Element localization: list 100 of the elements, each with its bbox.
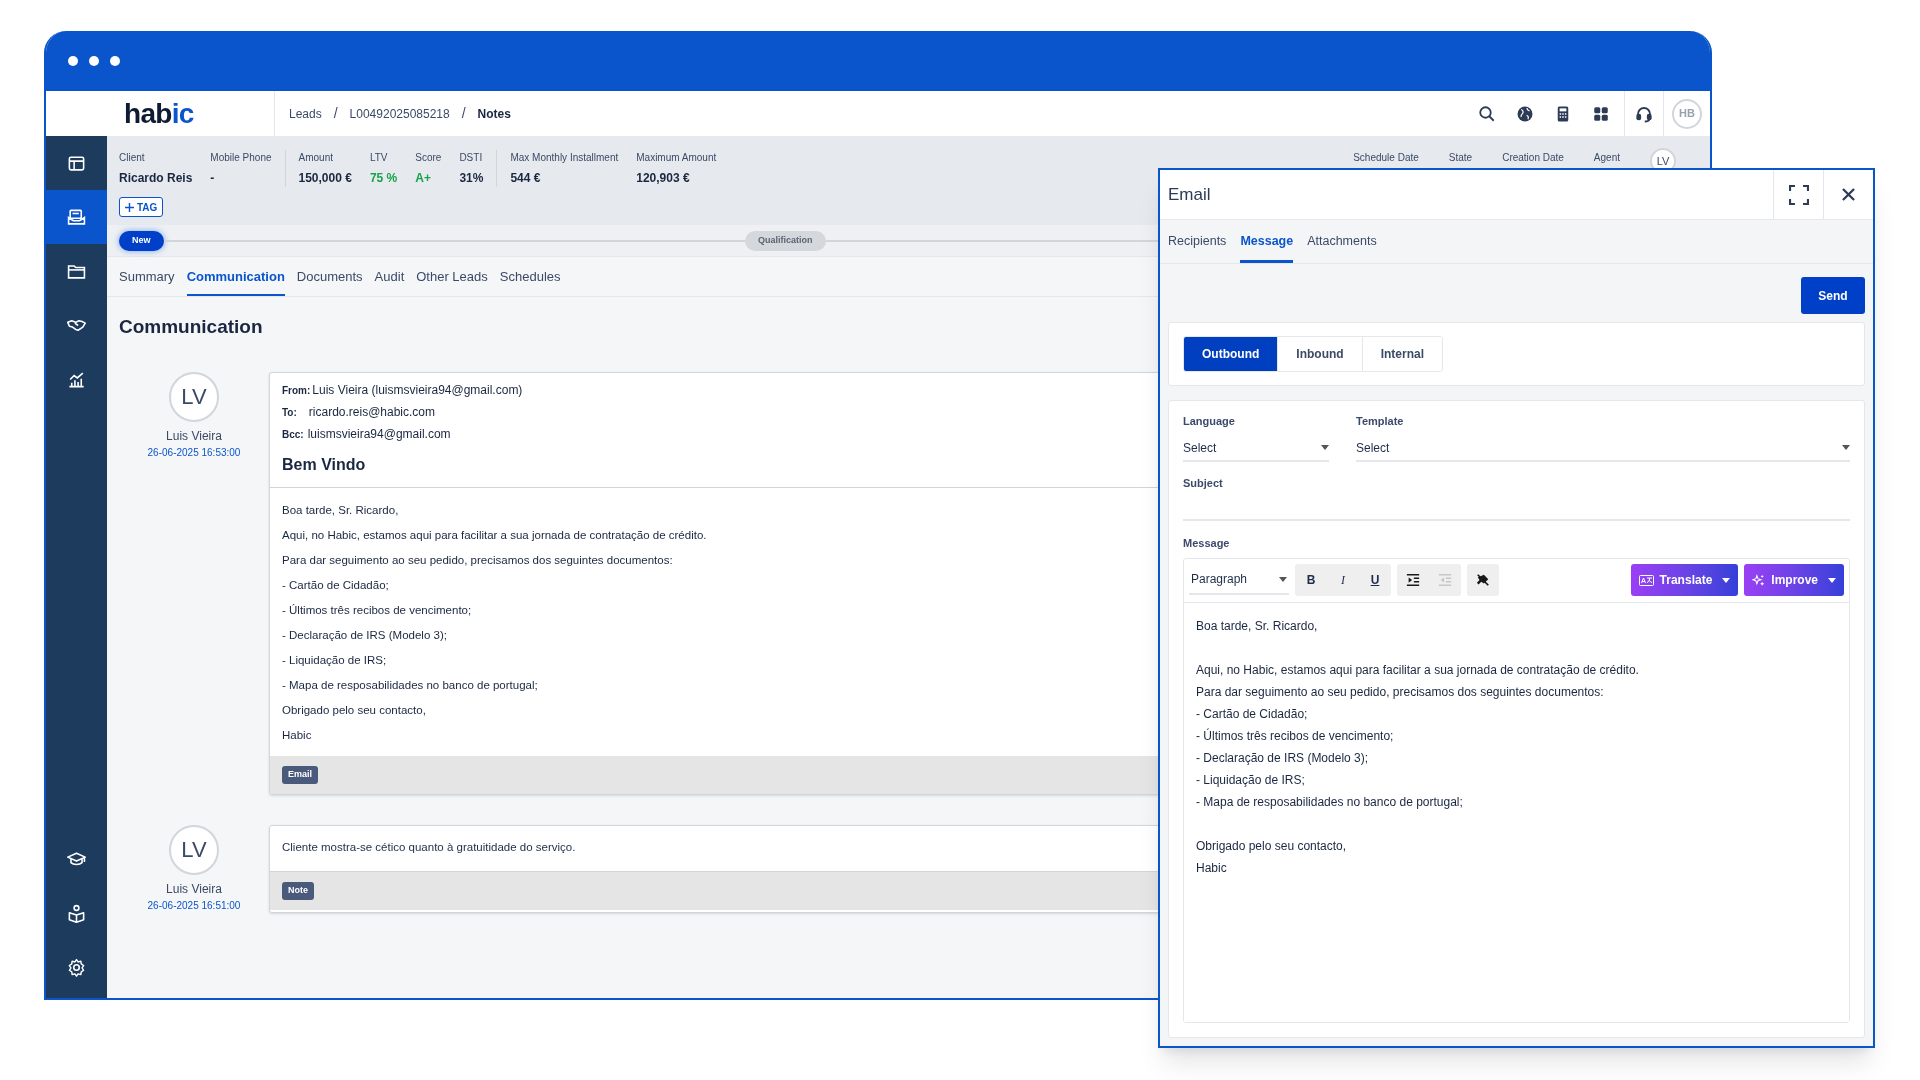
email-text: Obrigado pelo seu contacto, [282, 702, 426, 718]
italic-button[interactable]: I [1327, 564, 1359, 596]
headset-icon[interactable] [1635, 104, 1653, 123]
breadcrumb-link[interactable]: Leads [289, 104, 322, 123]
field-label: Mobile Phone [210, 151, 272, 165]
note-text: Cliente mostra-se cético quanto à gratuitidade do serviço. [282, 840, 576, 856]
dropdown-caret-icon [1828, 577, 1836, 583]
email-text: - Últimos três recibos de vencimento; [282, 602, 472, 618]
email-address: Luis Vieira (luismsvieira94@gmail.com) [312, 381, 523, 399]
email-text: Aqui, no Habic, estamos aqui para facilitar a sua jornada de contratação de crédito. [282, 527, 707, 543]
apps-grid-icon[interactable] [1592, 104, 1610, 123]
translate-button[interactable]: Translate [1630, 564, 1739, 596]
field-value: 120,903 € [636, 170, 691, 187]
dialog-tab[interactable]: Attachments [1307, 220, 1377, 263]
block-format-select[interactable]: Paragraph [1189, 565, 1289, 595]
field-label: Language [1183, 414, 1236, 429]
dialog-title: Email [1167, 183, 1212, 206]
breadcrumb-separator: / [461, 104, 466, 123]
email-address: luismsvieira94@gmail.com [307, 425, 451, 443]
tab[interactable]: Other Leads [416, 266, 488, 296]
email-text: - Declaração de IRS (Modelo 3); [282, 627, 447, 643]
field-label: LTV [369, 151, 389, 165]
search-icon[interactable] [1478, 104, 1496, 123]
author-name: Luis Vieira [166, 427, 222, 445]
field-label: Max Monthly Installment [510, 151, 619, 165]
tab[interactable]: Summary [119, 266, 175, 296]
brush-slash-icon [1476, 573, 1490, 587]
field-value: - [210, 170, 216, 187]
improve-button[interactable]: Improve [1744, 564, 1844, 596]
globe-icon[interactable] [1516, 104, 1534, 123]
pipeline-stage[interactable]: Qualification [745, 230, 826, 251]
direction-toggle[interactable]: Internal [1361, 337, 1442, 371]
email-text: Boa tarde, Sr. Ricardo, [282, 502, 399, 518]
editor-text: - Mapa de resposabilidades no banco de portugal; [1196, 793, 1463, 811]
editor-text: Para dar seguimento ao seu pedido, precisamos dos seguintes documentos: [1196, 683, 1604, 701]
dropdown-caret-icon [1722, 577, 1731, 583]
editor-text: Boa tarde, Sr. Ricardo, [1196, 617, 1318, 635]
field-label: Client [119, 151, 146, 165]
bold-button[interactable]: B [1295, 564, 1327, 596]
translate-icon [1638, 574, 1654, 586]
pipeline-stage[interactable]: New [119, 230, 164, 251]
logo[interactable]: habic [124, 92, 194, 135]
reader-icon [67, 903, 86, 923]
column-header: Schedule Date [1353, 151, 1419, 165]
fullscreen-icon[interactable] [1788, 184, 1809, 205]
editor-text: Habic [1196, 859, 1227, 877]
email-text: - Mapa de resposabilidades no banco de portugal; [282, 677, 538, 693]
timestamp: 26-06-2025 16:53:00 [147, 445, 241, 460]
tab[interactable]: Schedules [499, 266, 561, 296]
language-select[interactable]: Select [1183, 435, 1329, 462]
outdent-icon [1438, 573, 1452, 587]
tab[interactable]: Communication [186, 266, 285, 296]
field-value: 150,000 € [298, 170, 352, 187]
email-text: - Liquidação de IRS; [282, 652, 387, 668]
sidebar-item[interactable] [46, 190, 107, 244]
inbox-icon [67, 207, 86, 227]
dropdown-caret-icon [1279, 576, 1287, 582]
column-header: Creation Date [1502, 151, 1564, 165]
editor-text: - Declaração de IRS (Modelo 3); [1196, 749, 1369, 767]
add-tag-button[interactable]: TAG [119, 197, 164, 217]
field-value: 544 € [510, 170, 542, 187]
field-label: Template [1356, 414, 1405, 429]
breadcrumb-link[interactable]: Notes [477, 104, 511, 123]
direction-toggle[interactable]: Outbound [1184, 337, 1278, 371]
editor-text: Aqui, no Habic, estamos aqui para facilitar a sua jornada de contratação de crédito. [1196, 661, 1639, 679]
field-label: Subject [1183, 475, 1224, 491]
dropdown-caret-icon [1321, 445, 1329, 450]
field-label: To: [282, 405, 297, 420]
underline-button[interactable]: U [1359, 564, 1391, 596]
field-value: 31% [459, 170, 484, 187]
breadcrumb-separator: / [333, 104, 338, 123]
tab[interactable]: Documents [296, 266, 363, 296]
tab[interactable]: Audit [374, 266, 405, 296]
type-badge: Email [282, 765, 318, 784]
field-value: Ricardo Reis [119, 170, 193, 187]
indent-icon [1406, 573, 1420, 587]
plus-icon [125, 202, 134, 212]
field-value: 75 % [369, 170, 398, 187]
type-badge: Note [282, 881, 314, 900]
editor-text: - Liquidação de IRS; [1196, 771, 1305, 789]
dropdown-caret-icon [1842, 445, 1850, 450]
field-label: Amount [298, 151, 334, 165]
email-text: Habic [282, 727, 312, 743]
email-subject: Bem Vindo [282, 454, 367, 475]
column-header: State [1448, 151, 1473, 165]
close-icon[interactable] [1842, 188, 1855, 201]
field-label: Message [1183, 536, 1231, 551]
field-label: From: [282, 383, 311, 398]
field-label: Score [415, 151, 442, 165]
field-label: DSTI [459, 151, 484, 165]
field-label: Bcc: [282, 427, 304, 442]
author-name: Luis Vieira [166, 880, 222, 898]
template-select[interactable]: Select [1356, 435, 1850, 462]
clear-format-button[interactable] [1467, 564, 1499, 596]
dialog-tab[interactable]: Recipients [1168, 220, 1227, 263]
sparkles-icon [1752, 573, 1766, 587]
breadcrumb-link[interactable]: L00492025085218 [349, 104, 450, 123]
dialog-tab[interactable]: Message [1240, 220, 1294, 263]
send-button[interactable]: Send [1801, 277, 1865, 314]
message-editor[interactable] [1183, 557, 1850, 1023]
